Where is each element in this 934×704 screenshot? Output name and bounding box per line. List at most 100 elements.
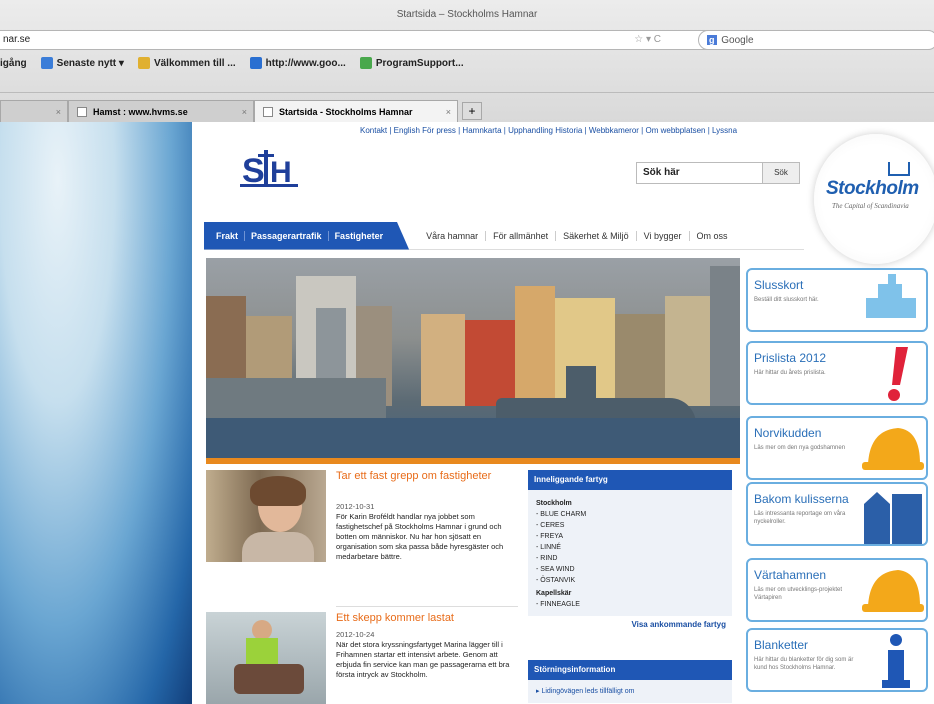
ship-item[interactable]: - RIND [536, 553, 724, 564]
new-tab-button[interactable]: + [462, 102, 482, 120]
bookmark-star-icon[interactable]: ☆ ▾ C [634, 31, 661, 49]
sh-logo-icon[interactable]: S H [240, 144, 298, 192]
webpage: Kontakt | English För press | Hamnkarta … [192, 122, 934, 704]
tab-label: Startsida - Stockholms Hamnar [279, 106, 413, 117]
side-card-title: Värtahamnen [754, 568, 827, 582]
ships-box-title: Inneliggande fartyg [528, 470, 732, 490]
favicon-icon [77, 106, 87, 117]
side-card-title: Slusskort [754, 278, 804, 292]
top-links[interactable]: Kontakt | English För press | Hamnkarta … [360, 126, 737, 135]
ship-item[interactable]: - SEA WIND [536, 564, 724, 575]
tab-label: Hamst : www.hvms.se [93, 106, 188, 117]
stockholm-caption: The Capital of Scandinavia [832, 202, 909, 210]
close-tab-icon[interactable]: × [446, 107, 451, 117]
bookmark-label: Senaste nytt ▾ [56, 57, 124, 69]
ship-item[interactable]: - BLUE CHARM [536, 509, 724, 520]
article-1-photo[interactable] [206, 470, 326, 562]
ships-in-port-box: Inneliggande fartyg Stockholm - BLUE CHAR… [528, 470, 732, 633]
upcoming-ships-link[interactable]: Visa ankommande fartyg [528, 616, 732, 633]
side-card-1[interactable]: Slusskort Beställ ditt slusskort här. [746, 268, 928, 332]
search-engine-label: Google [721, 35, 754, 46]
close-tab-icon[interactable]: × [56, 107, 61, 117]
bookmark-label: igång [0, 57, 27, 69]
side-card-title: Prislista 2012 [754, 351, 827, 365]
bookmark-item[interactable]: igång [0, 58, 27, 69]
side-card-5[interactable]: Värtahamnen Läs mer om utvecklings-proje… [746, 558, 928, 622]
article-1-title[interactable]: Tar ett fast grepp om fastigheter [336, 470, 516, 483]
side-card-subtitle: Läs mer om den nya godshamnen [754, 445, 846, 451]
close-tab-icon[interactable]: × [242, 107, 247, 117]
side-card-subtitle: Beställ ditt slusskort här. [754, 297, 819, 303]
ships-box-body: Stockholm - BLUE CHARM - CERES - FREYA - LIN… [528, 490, 732, 616]
svg-text:S: S [242, 152, 265, 190]
stockholm-badge[interactable]: Stockholm The Capital of Scandinavia [814, 134, 934, 264]
side-card-6[interactable]: Blanketter Här hittar du blanketter för … [746, 628, 928, 692]
side-card-title: Blanketter [754, 638, 809, 652]
tab-3[interactable]: Startsida - Stockholms Hamnar × [254, 100, 458, 122]
google-icon: g [707, 35, 717, 45]
bookmark-item[interactable]: Välkommen till ... [137, 57, 236, 69]
nav-primary: Frakt Passagerartrafik Fastigheter [204, 221, 410, 250]
article-2[interactable]: Ett skepp kommer lastat 2012-10-24 När d… [206, 612, 518, 704]
side-card-subtitle: Här hittar du årets prislista. [754, 370, 826, 376]
article-divider [336, 606, 518, 607]
nav-item-frakt[interactable]: Frakt [210, 230, 246, 241]
side-card-title: Bakom kulisserna [754, 492, 849, 506]
exclamation-icon [860, 345, 924, 403]
water-background [0, 122, 192, 704]
browser-chrome: Startsida – Stockholms Hamnar nar.se ☆ ▾… [0, 0, 934, 122]
favicon-icon [263, 106, 273, 117]
ship-item[interactable]: - LINNÉ [536, 542, 724, 553]
article-2-date: 2012-10-24 [336, 630, 375, 639]
bookmark-icon [249, 57, 262, 69]
ship-item[interactable]: - ÖSTANVIK [536, 575, 724, 586]
side-card-subtitle: Läs intressanta reportage om våra nyckel… [754, 511, 846, 525]
article-1-date: 2012-10-31 [336, 502, 375, 511]
tab-2[interactable]: Hamst : www.hvms.se × [68, 100, 254, 122]
hero-accent-bar [206, 458, 740, 464]
article-2-body: När det stora kryssningsfartyget Marina … [336, 640, 510, 679]
side-card-3[interactable]: Norvikudden Läs mer om den nya godshamne… [746, 416, 928, 480]
nav-item-vara-hamnar[interactable]: Våra hamnar [419, 230, 487, 241]
bookmarks-bar: igång Senaste nytt ▾ Välkommen till ... htt… [0, 52, 934, 74]
tab-1[interactable]: × [0, 100, 68, 122]
site-search-button[interactable]: Sök [762, 162, 800, 184]
buildings-icon [860, 486, 924, 544]
hero-image[interactable] [206, 258, 740, 458]
article-1-body: För Karin Broféldt handlar nya jobbet so… [336, 512, 504, 561]
bookmark-item[interactable]: http://www.goo... [249, 57, 346, 69]
article-2-photo[interactable] [206, 612, 326, 704]
ship-item[interactable]: - FREYA [536, 531, 724, 542]
bookmark-label: Välkommen till ... [153, 57, 236, 69]
nav-item-om-oss[interactable]: Om oss [690, 231, 735, 241]
ship-icon [860, 272, 924, 330]
nav-item-sakerhet-miljo[interactable]: Säkerhet & Miljö [556, 230, 637, 241]
disturbance-box-title: Störningsinformation [528, 660, 732, 680]
search-engine-box[interactable]: g Google [698, 30, 934, 50]
ship-item[interactable]: - FINNEAGLE [536, 599, 724, 610]
hardhat-icon [860, 420, 924, 478]
bookmark-item[interactable]: ProgramSupport... [359, 57, 464, 69]
nav-item-for-allmanhet[interactable]: För allmänhet [486, 230, 557, 241]
tab-strip: × Hamst : www.hvms.se × Startsida - Stoc… [0, 92, 934, 122]
port-group-name: Kapellskär [536, 590, 572, 597]
main-nav: Frakt Passagerartrafik Fastigheter Våra … [204, 221, 804, 250]
nav-item-fastigheter[interactable]: Fastigheter [329, 231, 404, 241]
ship-item[interactable]: - CERES [536, 520, 724, 531]
info-icon [860, 632, 924, 690]
svg-text:H: H [270, 156, 292, 189]
disturbance-item[interactable]: ▸ Lidingövägen leds tillfälligt om [528, 680, 732, 703]
article-1[interactable]: Tar ett fast grepp om fastigheter 2012-1… [206, 470, 518, 600]
disturbance-box: Störningsinformation ▸ Lidingövägen leds… [528, 660, 732, 703]
bookmark-item[interactable]: Senaste nytt ▾ [40, 57, 124, 69]
side-card-2[interactable]: Prislista 2012 Här hittar du årets prisl… [746, 341, 928, 405]
side-card-4[interactable]: Bakom kulisserna Läs intressanta reporta… [746, 482, 928, 546]
article-2-title[interactable]: Ett skepp kommer lastat [336, 612, 516, 625]
site-search-input[interactable]: Sök här [636, 162, 766, 184]
nav-item-passagerartrafik[interactable]: Passagerartrafik [245, 230, 329, 241]
bookmark-icon [137, 57, 150, 69]
nav-secondary: Våra hamnar För allmänhet Säkerhet & Mil… [419, 230, 735, 241]
nav-item-vi-bygger[interactable]: Vi bygger [637, 230, 690, 241]
url-text: nar.se [3, 34, 31, 45]
hardhat-icon [860, 562, 924, 620]
